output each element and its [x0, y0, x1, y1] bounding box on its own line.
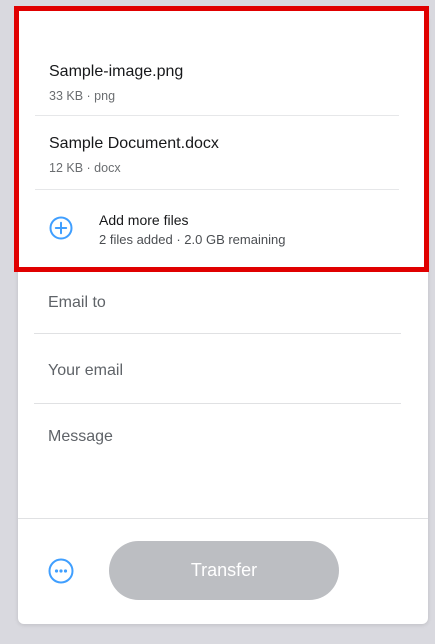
message-input[interactable] [34, 428, 400, 498]
add-more-files-label: Add more files [99, 212, 189, 228]
file-item[interactable]: Sample Document.docx 12 KB · docx [35, 115, 399, 190]
more-options-button[interactable] [48, 558, 74, 584]
plus-circle-icon [49, 216, 73, 240]
email-to-input[interactable] [34, 284, 400, 322]
divider [18, 518, 428, 519]
files-status: 2 files added · 2.0 GB remaining [99, 232, 286, 247]
divider [34, 403, 401, 404]
page: Transfer Sample-image.png 33 KB · png Sa… [0, 0, 435, 644]
file-meta: 33 KB · png [49, 89, 116, 103]
your-email-input[interactable] [34, 356, 400, 386]
transfer-button[interactable]: Transfer [109, 541, 339, 600]
divider [34, 333, 401, 334]
add-more-files-button[interactable]: Add more files 2 files added · 2.0 GB re… [49, 207, 399, 253]
file-item[interactable]: Sample-image.png 33 KB · png [35, 41, 399, 116]
file-meta: 12 KB · docx [49, 161, 121, 175]
file-name: Sample-image.png [49, 63, 184, 80]
more-options-icon [48, 558, 74, 584]
uploaded-files-panel: Sample-image.png 33 KB · png Sample Docu… [14, 6, 429, 272]
file-name: Sample Document.docx [49, 135, 219, 152]
